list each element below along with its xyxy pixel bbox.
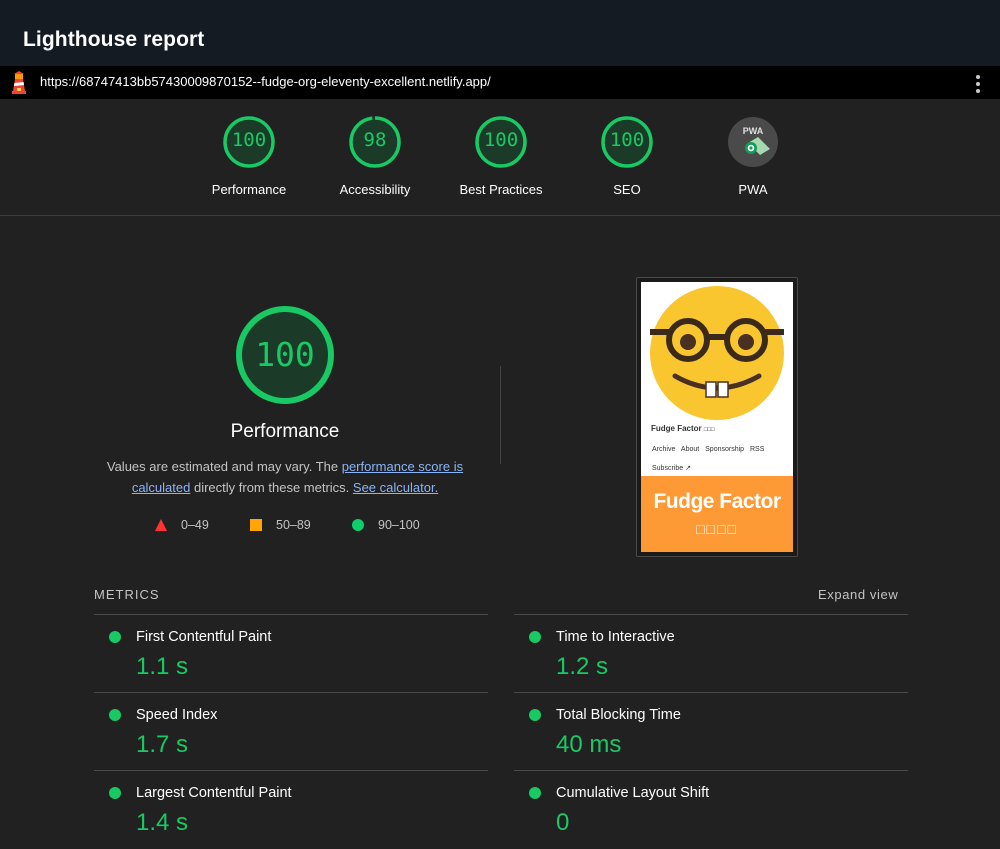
see-calculator-link[interactable]: See calculator. <box>353 480 438 495</box>
gauge-seo[interactable]: 100 SEO <box>572 115 682 197</box>
pwa-badge-text: PWA <box>743 126 764 136</box>
metric-name: Speed Index <box>136 707 218 723</box>
score-label: SEO <box>613 182 641 197</box>
metric-name: Time to Interactive <box>556 629 675 645</box>
desc-text: Values are estimated and may vary. The <box>106 459 342 474</box>
pass-circle-icon <box>109 787 121 799</box>
nerd-face-emoji-icon <box>650 286 784 420</box>
metric-value: 1.7 s <box>136 731 189 758</box>
report-header: Lighthouse report <box>0 0 1000 67</box>
metric-value: 1.1 s <box>136 653 189 680</box>
category-scores: 100 Performance 98 Accessibility 100 Bes… <box>0 99 1000 216</box>
desc-text: directly from these metrics. <box>190 480 353 495</box>
metric-speed-index[interactable]: Speed Index 1.7 s <box>94 692 488 770</box>
final-screenshot[interactable]: Fudge Factor □□□ Archive About Sponsorsh… <box>636 277 798 557</box>
score-label: Performance <box>211 182 287 197</box>
more-options-icon[interactable] <box>971 72 985 94</box>
performance-description: Values are estimated and may vary. The p… <box>105 456 465 498</box>
metrics-column-left: First Contentful Paint 1.1 s Speed Index… <box>94 614 488 848</box>
score-value: 100 <box>609 129 645 151</box>
screenshot-subscribe: Subscribe ↗ <box>652 465 691 472</box>
screenshot-site-name: Fudge Factor □□□ <box>651 424 715 433</box>
score-label: Accessibility <box>339 182 411 197</box>
score-label: Best Practices <box>459 182 543 197</box>
expand-view-toggle[interactable]: Expand view <box>818 587 898 602</box>
lighthouse-logo-icon <box>12 71 26 94</box>
metrics-heading: METRICS <box>94 587 160 602</box>
score-label: PWA <box>738 182 768 197</box>
pass-circle-icon <box>109 631 121 643</box>
triangle-icon <box>155 519 167 531</box>
section-divider <box>500 366 501 464</box>
metric-cumulative-layout-shift[interactable]: Cumulative Layout Shift 0 <box>514 770 908 848</box>
pass-circle-icon <box>529 709 541 721</box>
legend-range: 90–100 <box>378 518 420 532</box>
metric-first-contentful-paint[interactable]: First Contentful Paint 1.1 s <box>94 614 488 692</box>
screenshot-page: Fudge Factor □□□ Archive About Sponsorsh… <box>641 282 793 552</box>
report-title: Lighthouse report <box>23 28 205 51</box>
report-url: https://68747413bb57430009870152--fudge-… <box>40 74 491 89</box>
legend-pass: 90–100 <box>352 518 420 532</box>
performance-title: Performance <box>230 421 340 442</box>
square-icon <box>250 519 262 531</box>
metric-value: 1.2 s <box>556 653 609 680</box>
pass-circle-icon <box>529 631 541 643</box>
legend-range: 0–49 <box>181 518 209 532</box>
metric-largest-contentful-paint[interactable]: Largest Contentful Paint 1.4 s <box>94 770 488 848</box>
gauge-performance[interactable]: 100 Performance <box>194 115 304 197</box>
url-bar: https://68747413bb57430009870152--fudge-… <box>0 66 1000 99</box>
metric-name: Cumulative Layout Shift <box>556 785 710 801</box>
metric-time-to-interactive[interactable]: Time to Interactive 1.2 s <box>514 614 908 692</box>
metric-value: 1.4 s <box>136 809 189 836</box>
score-value: 100 <box>483 129 519 151</box>
metric-value: 40 ms <box>556 731 622 758</box>
circle-icon <box>352 519 364 531</box>
legend-range: 50–89 <box>276 518 311 532</box>
metrics-column-right: Time to Interactive 1.2 s Total Blocking… <box>514 614 908 848</box>
metric-name: Total Blocking Time <box>556 707 681 723</box>
legend-average: 50–89 <box>250 518 311 532</box>
pwa-badge-icon: PWA <box>728 117 778 167</box>
gauge-accessibility[interactable]: 98 Accessibility <box>320 115 430 197</box>
screenshot-banner: Fudge Factor □□□□ <box>641 476 793 552</box>
banner-subtitle: □□□□ <box>696 521 738 537</box>
score-value: 98 <box>363 129 387 151</box>
screenshot-nav: Archive About Sponsorship RSS <box>652 446 765 453</box>
metric-value: 0 <box>556 809 570 836</box>
legend-fail: 0–49 <box>155 518 209 532</box>
metric-total-blocking-time[interactable]: Total Blocking Time 40 ms <box>514 692 908 770</box>
score-value: 100 <box>231 129 267 151</box>
metric-name: Largest Contentful Paint <box>136 785 292 801</box>
banner-title: Fudge Factor <box>653 490 781 513</box>
performance-score-value: 100 <box>255 335 315 374</box>
gauge-best-practices[interactable]: 100 Best Practices <box>446 115 556 197</box>
metric-name: First Contentful Paint <box>136 629 272 645</box>
gauge-pwa[interactable]: PWA PWA <box>698 115 808 197</box>
pass-circle-icon <box>109 709 121 721</box>
pass-circle-icon <box>529 787 541 799</box>
